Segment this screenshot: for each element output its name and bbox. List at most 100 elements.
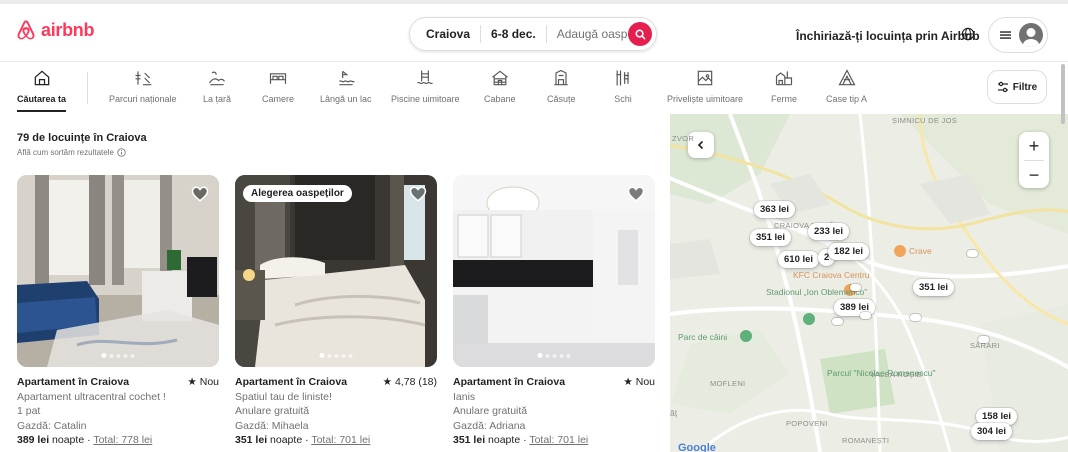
wishlist-heart-icon[interactable] (191, 185, 209, 203)
search-dates[interactable]: 6-8 dec. (481, 27, 546, 41)
map-label-romanesti: ROMANEȘTI (842, 436, 890, 445)
airbnb-search-page: airbnb Craiova 6-8 dec. Adaugă oaspeți Î… (0, 0, 1068, 452)
listing-info: Apartament în Craiova ★ Nou Apartament u… (17, 375, 219, 448)
zoom-out-button[interactable]: − (1019, 161, 1049, 189)
map-listing-dot[interactable] (850, 284, 861, 291)
listing-price: 351 lei noapte · Total: 701 lei (235, 433, 437, 448)
map-label-parc-romanescu: Parcul "Nicolae Romanescu" (827, 368, 936, 378)
category-label: Lângă un lac (320, 94, 372, 104)
carousel-dot (130, 353, 135, 358)
map-price-pin[interactable]: 351 lei (750, 229, 792, 246)
category-piscine-uimitoare[interactable]: Piscine uimitoare (391, 68, 460, 112)
category-camere[interactable]: Camere (262, 68, 294, 112)
become-host-link[interactable]: Închiriază-ți locuința prin Airbnb (796, 29, 980, 43)
google-logo: Google (678, 442, 716, 452)
listing-photo[interactable]: Alegerea oaspeților (235, 175, 437, 367)
search-location[interactable]: Craiova (410, 27, 480, 41)
user-avatar-icon (1019, 23, 1043, 47)
wishlist-heart-icon[interactable] (409, 185, 427, 203)
listing-title: Apartament în Craiova (17, 376, 130, 388)
listing-card[interactable]: Alegerea oaspeților Apartament în Craiov… (235, 175, 437, 448)
category-la-tara[interactable]: La țară (203, 68, 231, 112)
carousel-dot (545, 353, 550, 358)
guest-favorite-badge: Alegerea oaspeților (243, 185, 352, 202)
listing-detail: 1 pat (17, 405, 41, 417)
map-label-zvor: ZVOR (672, 134, 695, 143)
category-label: Case tip A (826, 94, 868, 104)
category-label: Piscine uimitoare (391, 94, 460, 104)
listing-price: 351 lei noapte · Total: 701 lei (453, 433, 655, 448)
ski-icon (616, 70, 629, 86)
map-listing-dot[interactable] (967, 250, 978, 257)
carousel-dot (109, 353, 114, 358)
map-listing-dot[interactable] (978, 336, 989, 343)
category-label: Cabane (484, 94, 516, 104)
page-scrollbar[interactable] (1061, 64, 1065, 124)
category-label: La țară (203, 94, 232, 104)
listing-photo[interactable] (17, 175, 219, 367)
filters-button[interactable]: Filtre (987, 70, 1047, 104)
user-menu-button[interactable] (988, 17, 1048, 53)
globe-icon[interactable] (961, 27, 975, 41)
category-ferme[interactable]: Ferme (771, 68, 797, 112)
photo-carousel-dots (101, 353, 135, 358)
category-label: Ferme (771, 94, 798, 104)
listing-host: Gazdă: Adriana (453, 419, 526, 432)
map-price-pin[interactable]: 610 lei (778, 251, 820, 268)
listing-title: Apartament în Craiova (453, 376, 566, 388)
listing-photo[interactable] (453, 175, 655, 367)
category-schi[interactable]: Schi (613, 68, 633, 112)
sort-note-link[interactable]: Află cum sortăm rezultatele (17, 148, 126, 157)
category-label: Schi (614, 94, 632, 104)
photo-carousel-dots (537, 353, 571, 358)
price-total-link[interactable]: Total: 778 lei (93, 434, 152, 446)
category-cautarea-ta[interactable]: Căutarea ta (17, 68, 67, 112)
listing-card[interactable]: Apartament în Craiova ★ Nou Ianis Anular… (453, 175, 655, 448)
price-total-link[interactable]: Total: 701 lei (529, 434, 588, 446)
category-langa-un-lac[interactable]: Lângă un lac (320, 68, 372, 112)
results-map[interactable]: + − ȘIMNICU DE JOS ZVOR CRAIOVA NOUĂ Cra… (670, 114, 1068, 452)
listing-info: Apartament în Craiova ★ Nou Ianis Anular… (453, 375, 655, 448)
listing-rating: ★ Nou (187, 376, 219, 388)
listing-card[interactable]: Apartament în Craiova ★ Nou Apartament u… (17, 175, 219, 448)
map-label-parc-caini: Parc de câini (678, 332, 728, 342)
farm-icon (775, 71, 793, 86)
listing-rating: ★ Nou (623, 376, 655, 388)
carousel-dot (116, 353, 121, 358)
category-case-tip-a[interactable]: Case tip A (826, 68, 867, 112)
search-bar[interactable]: Craiova 6-8 dec. Adaugă oaspeți (409, 17, 657, 51)
carousel-dot (123, 353, 128, 358)
map-listing-dot[interactable] (860, 312, 871, 319)
category-casute[interactable]: Căsuțe (547, 68, 576, 112)
map-price-pin[interactable]: 304 lei (971, 423, 1013, 440)
map-listing-dot[interactable] (832, 318, 843, 325)
airbnb-wordmark: airbnb (41, 19, 95, 40)
carousel-dot (319, 353, 325, 358)
carousel-dot (101, 353, 107, 358)
map-price-pin[interactable]: 363 lei (754, 201, 796, 218)
category-cabane[interactable]: Cabane (484, 68, 516, 112)
airbnb-logo[interactable]: airbnb (15, 19, 95, 41)
park-poi-icon (740, 330, 752, 342)
map-label-mofleni: MOFLENI (710, 379, 746, 388)
map-price-pin[interactable]: 351 lei (913, 279, 955, 296)
map-label-crave: Crave (909, 246, 932, 256)
map-listing-dot[interactable] (910, 314, 921, 321)
wishlist-heart-icon[interactable] (627, 185, 645, 203)
listing-description: Spatiul tau de liniste! (235, 390, 332, 403)
active-underline (17, 110, 67, 112)
price-total-link[interactable]: Total: 701 lei (311, 434, 370, 446)
map-price-pin[interactable]: 182 lei (828, 243, 870, 260)
category-label: Camere (262, 94, 295, 104)
search-button[interactable] (628, 22, 652, 46)
category-priveliste-uimitoare[interactable]: Priveliște uimitoare (667, 68, 743, 112)
map-price-pin[interactable]: 233 lei (808, 223, 850, 240)
filters-icon (997, 81, 1008, 93)
listing-photo-image (453, 175, 655, 367)
google-logo-text: Google (678, 442, 716, 452)
carousel-dot (341, 353, 346, 358)
zoom-in-button[interactable]: + (1019, 132, 1049, 160)
chevron-left-icon (697, 140, 704, 150)
map-label-at: ăț (670, 408, 678, 418)
category-parcuri-nationale[interactable]: Parcuri naționale (109, 68, 177, 112)
